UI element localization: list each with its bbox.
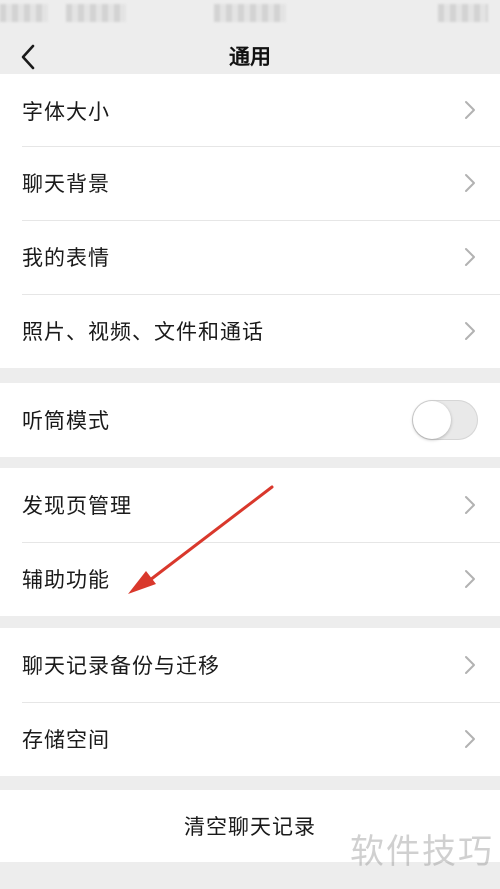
- status-blur-left: [0, 4, 48, 22]
- chevron-right-icon: [465, 496, 475, 514]
- row-label: 辅助功能: [22, 568, 110, 592]
- row-font-size[interactable]: 字体大小: [0, 74, 500, 146]
- row-label: 聊天背景: [22, 172, 110, 196]
- watermark-text: 软件技巧: [350, 832, 494, 872]
- row-chat-background[interactable]: 聊天背景: [0, 146, 500, 220]
- row-label: 聊天记录备份与迁移: [22, 654, 220, 678]
- chevron-right-icon: [465, 174, 475, 192]
- clear-chat-history-label: 清空聊天记录: [184, 815, 316, 839]
- row-storage-space[interactable]: 存储空间: [0, 702, 500, 776]
- chevron-right-icon: [465, 248, 475, 266]
- row-my-stickers[interactable]: 我的表情: [0, 220, 500, 294]
- settings-group-storage: 聊天记录备份与迁移 存储空间: [0, 628, 500, 776]
- status-blur-center: [214, 4, 286, 22]
- row-earpiece-mode: 听筒模式: [0, 383, 500, 457]
- chevron-right-icon: [465, 656, 475, 674]
- settings-group-display: 字体大小 聊天背景 我的表情 照片、视频、文件和通话: [0, 74, 500, 368]
- row-accessibility[interactable]: 辅助功能: [0, 542, 500, 616]
- chevron-right-icon: [465, 730, 475, 748]
- settings-group-discover: 发现页管理 辅助功能: [0, 468, 500, 616]
- row-chat-backup-migration[interactable]: 聊天记录备份与迁移: [0, 628, 500, 702]
- row-label: 照片、视频、文件和通话: [22, 320, 264, 344]
- earpiece-mode-toggle[interactable]: [412, 400, 478, 440]
- row-label: 我的表情: [22, 246, 110, 270]
- settings-group-earpiece: 听筒模式: [0, 383, 500, 457]
- status-bar: [0, 0, 500, 30]
- chevron-right-icon: [465, 570, 475, 588]
- row-label: 听筒模式: [22, 409, 110, 433]
- row-label: 字体大小: [22, 100, 110, 124]
- row-label: 存储空间: [22, 728, 110, 752]
- toggle-knob: [413, 401, 451, 439]
- chevron-right-icon: [465, 322, 475, 340]
- status-blur-right: [438, 4, 488, 22]
- chevron-right-icon: [465, 101, 475, 119]
- status-blur-left-2: [66, 4, 126, 22]
- row-label: 发现页管理: [22, 494, 132, 518]
- row-photos-videos-files-calls[interactable]: 照片、视频、文件和通话: [0, 294, 500, 368]
- row-discover-management[interactable]: 发现页管理: [0, 468, 500, 542]
